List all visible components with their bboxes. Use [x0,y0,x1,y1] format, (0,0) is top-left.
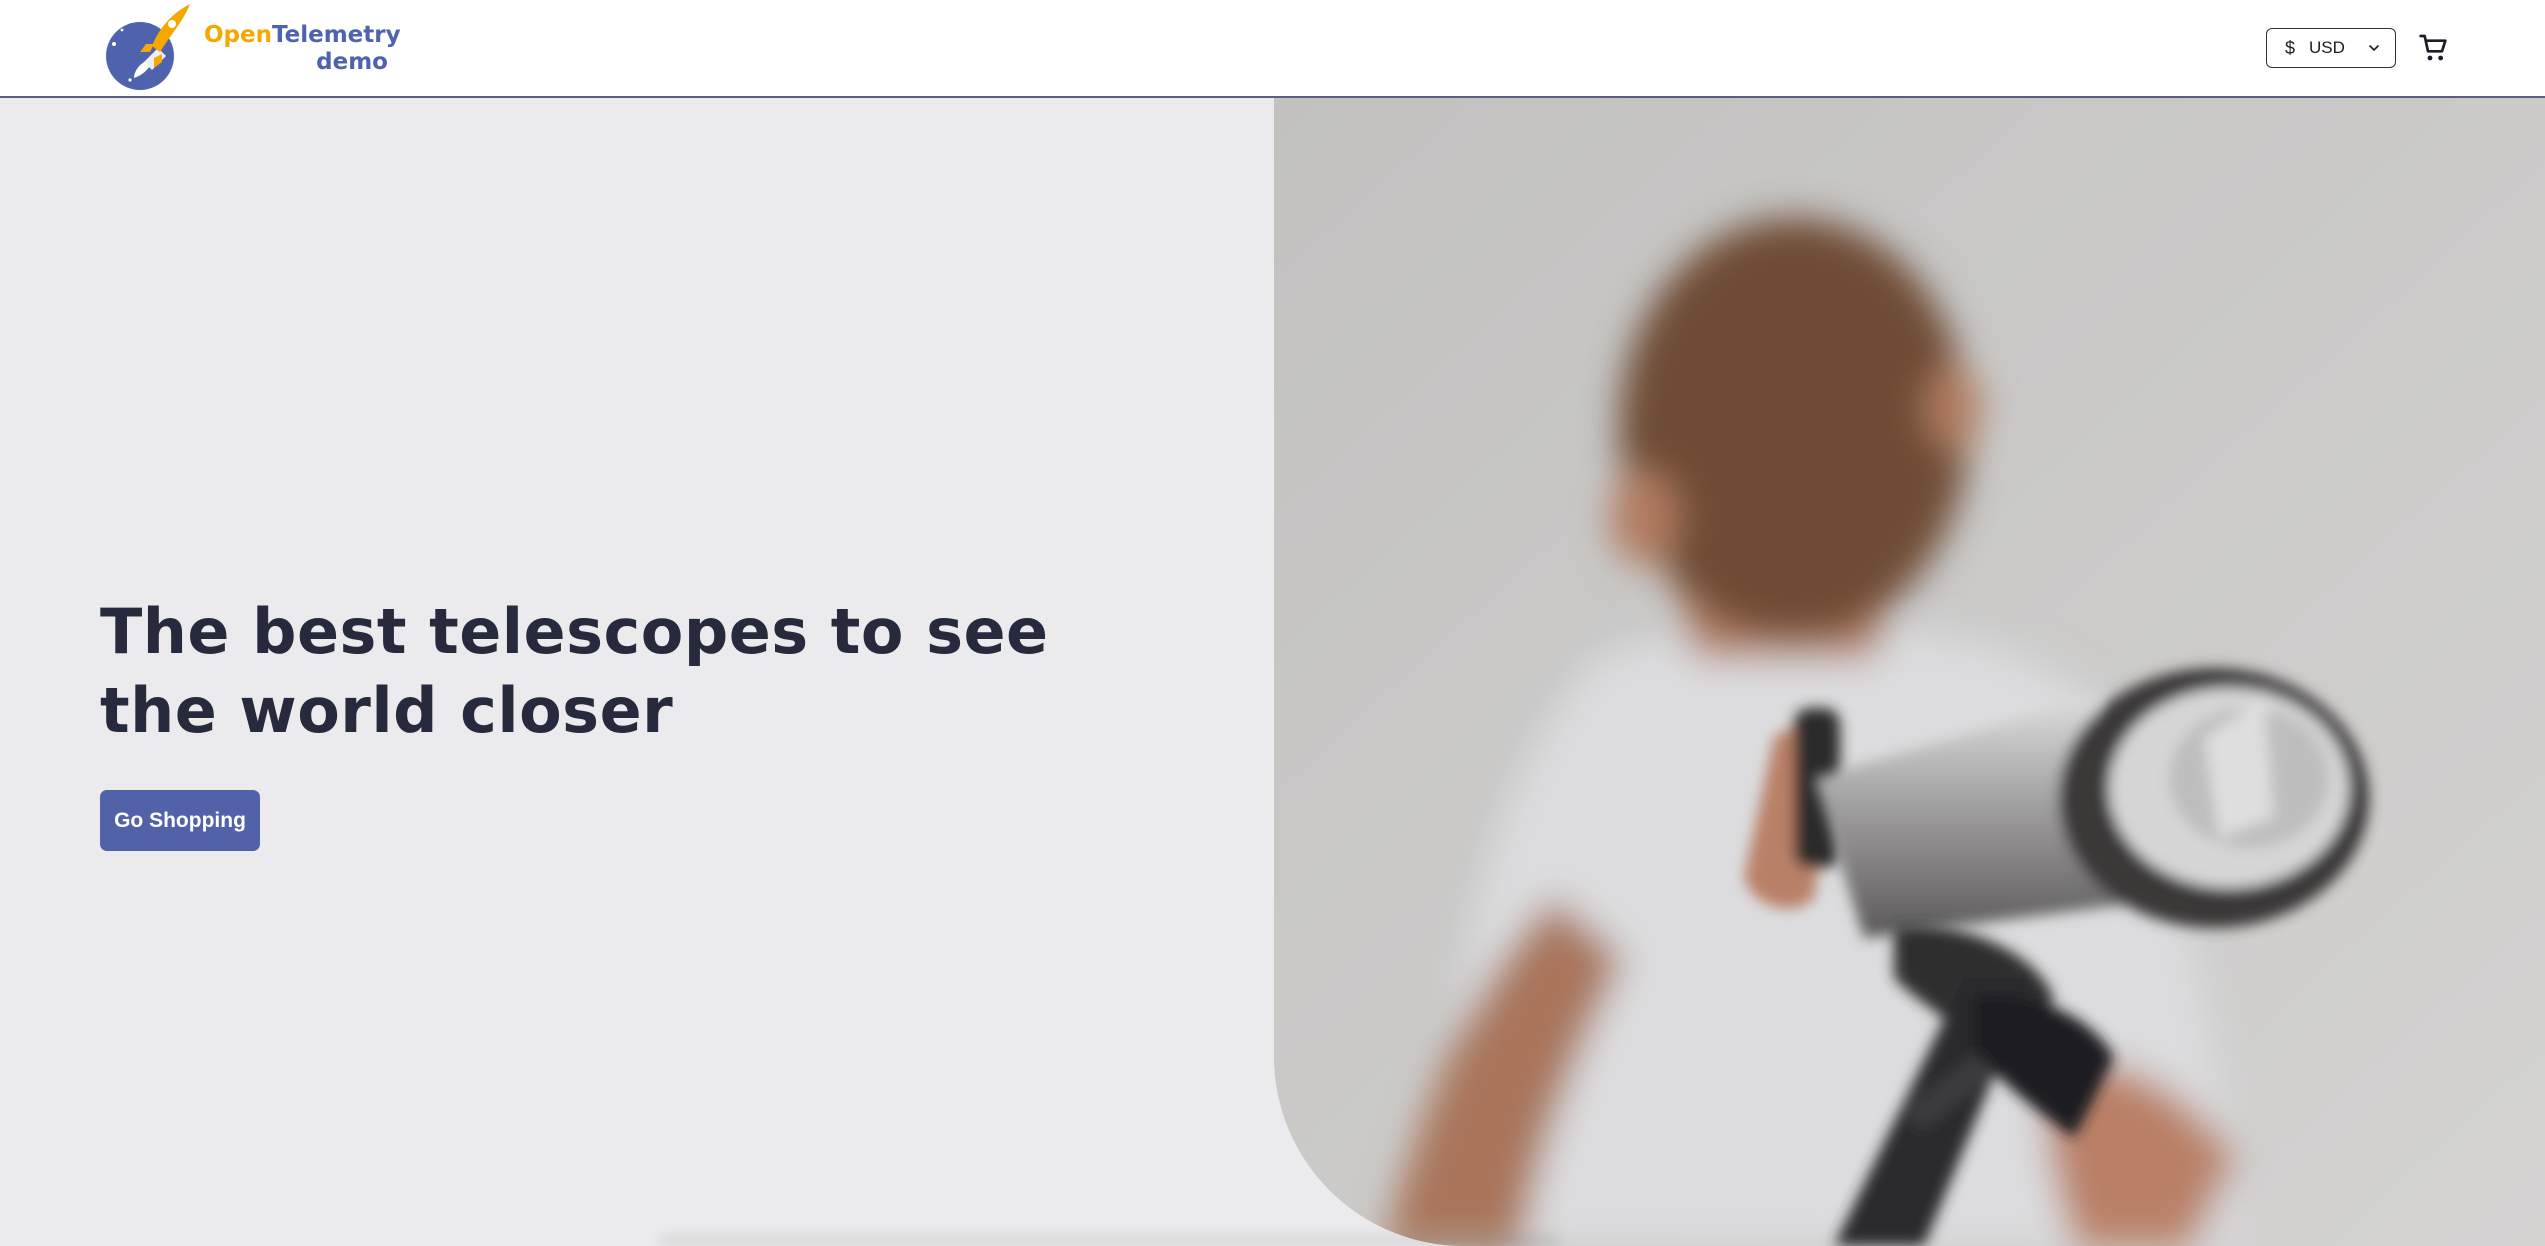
logo-text-open: Open [204,22,272,48]
shopping-cart-icon[interactable] [2418,32,2450,64]
currency-select[interactable]: $ USD [2266,28,2396,68]
logo-wordmark: OpenTelemetry demo [204,22,401,76]
boy-looking-through-telescope-photo [1274,98,2545,1246]
currency-symbol: $ [2285,37,2296,58]
home-logo-link[interactable]: OpenTelemetry demo [100,0,401,96]
hero-photo [1274,98,2545,1246]
logo-text-demo: demo [316,49,388,75]
rocket-globe-logo-icon [106,4,190,90]
go-shopping-button[interactable]: Go Shopping [100,790,260,851]
logo-text-telemetry: Telemetry [272,22,401,48]
hero-title: The best telescopes to see the world clo… [100,595,1049,747]
content-shadow [660,1230,1560,1246]
chevron-down-icon [2369,45,2379,51]
site-header: OpenTelemetry demo $ USD [0,0,2545,98]
currency-selected-value: USD [2309,38,2345,57]
